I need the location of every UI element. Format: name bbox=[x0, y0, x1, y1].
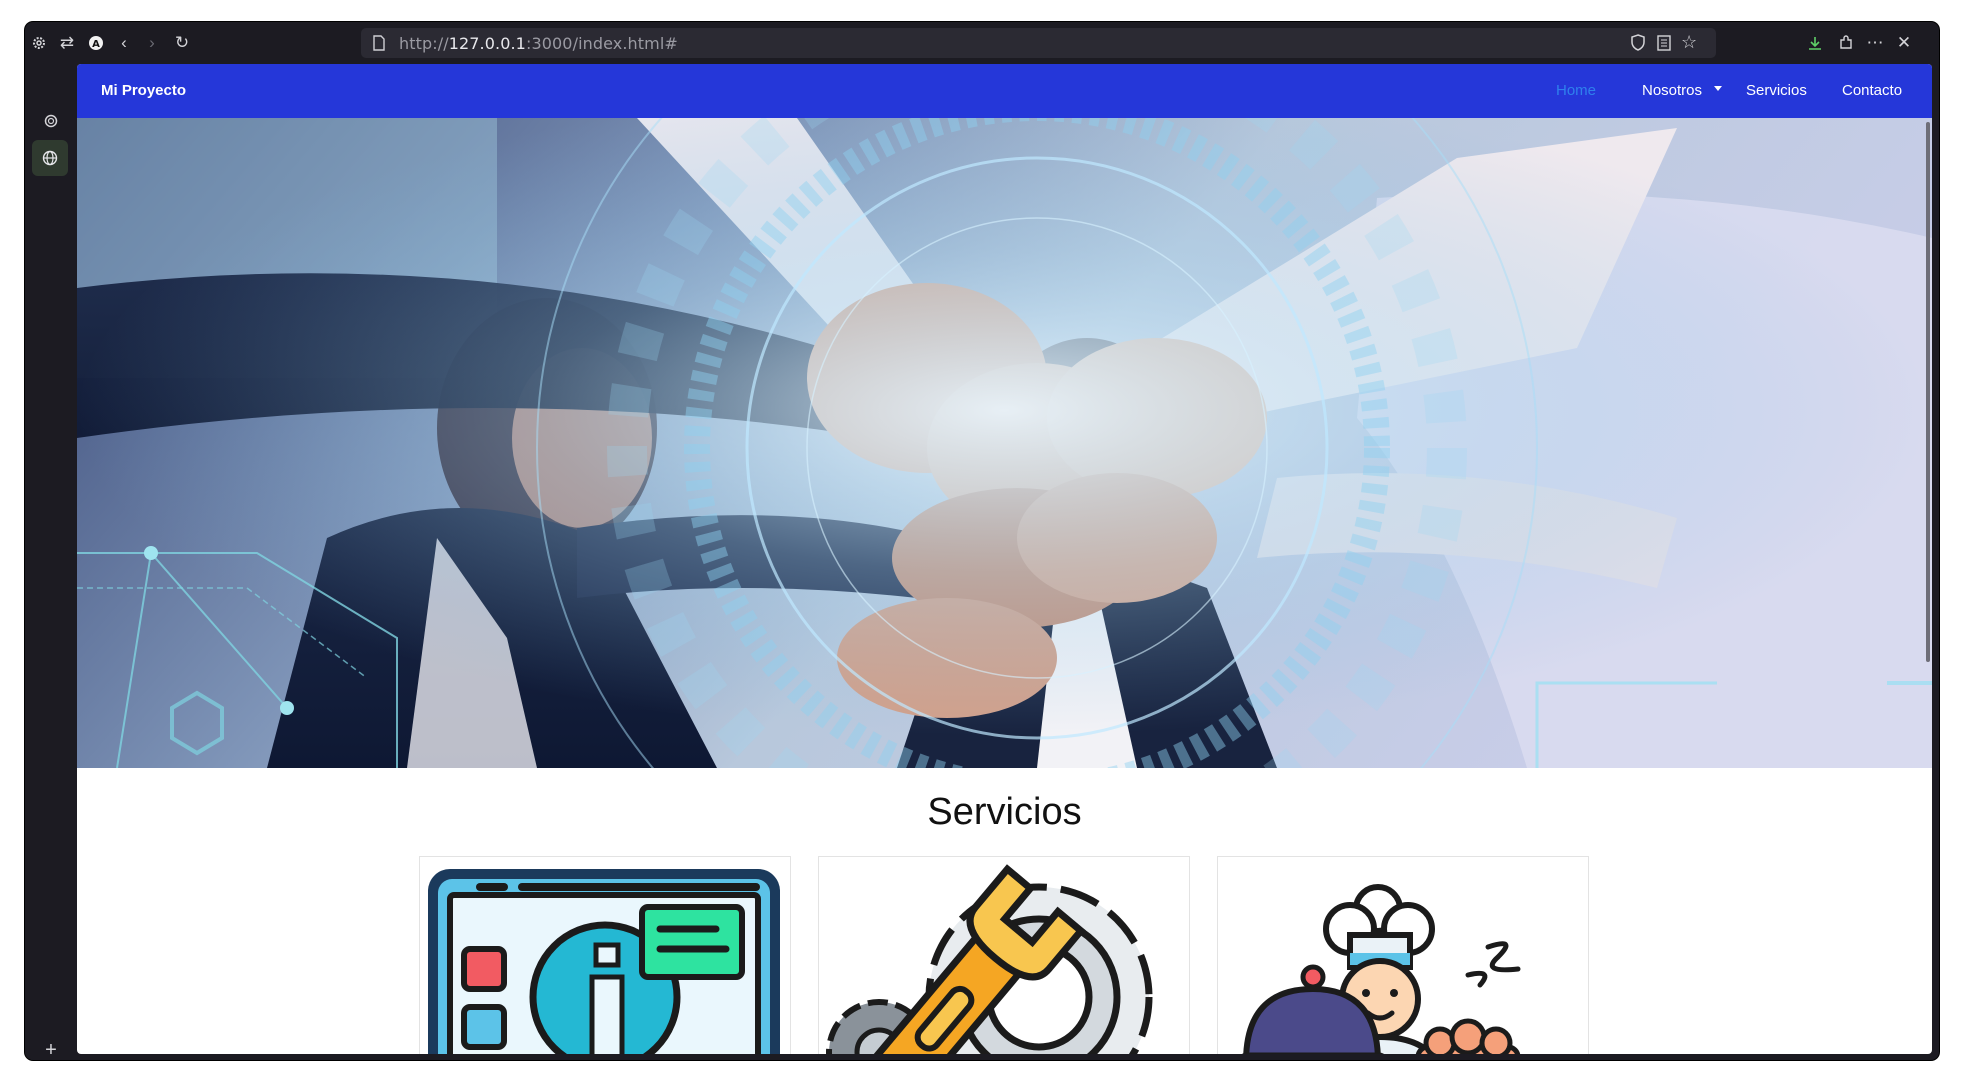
nav-contacto[interactable]: Contacto bbox=[1842, 82, 1902, 99]
wrench-gear-icon bbox=[819, 857, 1189, 1054]
web-icon[interactable] bbox=[32, 140, 68, 176]
settings-icon[interactable] bbox=[27, 31, 51, 55]
forward-icon[interactable]: › bbox=[140, 31, 164, 55]
reload-icon[interactable]: ↻ bbox=[170, 31, 194, 55]
section-title: Servicios bbox=[927, 791, 1082, 833]
bookmark-star-icon[interactable]: ☆ bbox=[1681, 32, 1697, 53]
account-icon[interactable]: A bbox=[84, 31, 108, 55]
caret-down-icon bbox=[1714, 86, 1723, 91]
close-icon[interactable]: ✕ bbox=[1892, 31, 1916, 55]
chef-icon bbox=[1218, 857, 1588, 1054]
page-icon bbox=[373, 35, 385, 56]
ai-chat-icon[interactable] bbox=[39, 109, 63, 133]
url-text[interactable]: http://127.0.0.1:3000/index.html# bbox=[399, 34, 678, 53]
extensions-icon[interactable] bbox=[1834, 31, 1858, 55]
page-viewport: Mi Proyecto Home Nosotros Servicios Cont… bbox=[77, 64, 1932, 1054]
reader-icon[interactable] bbox=[1657, 35, 1671, 56]
browser-window: ⇄ A ‹ › ↻ http://127.0.0.1:3000/index.ht… bbox=[25, 22, 1939, 1060]
svg-text:A: A bbox=[92, 39, 100, 50]
service-card[interactable] bbox=[1217, 856, 1589, 1054]
nav-nosotros[interactable]: Nosotros bbox=[1642, 82, 1723, 99]
nav-nosotros-label: Nosotros bbox=[1642, 82, 1703, 99]
add-icon[interactable]: + bbox=[39, 1038, 63, 1060]
shield-icon[interactable] bbox=[1631, 34, 1645, 56]
sync-icon[interactable]: ⇄ bbox=[55, 31, 79, 55]
service-card[interactable] bbox=[419, 856, 791, 1054]
menu-icon[interactable]: ⋯ bbox=[1863, 31, 1887, 55]
hero-image bbox=[77, 118, 1932, 768]
brand-link[interactable]: Mi Proyecto bbox=[101, 82, 186, 99]
page-scrollbar[interactable] bbox=[1926, 122, 1930, 662]
nav-servicios[interactable]: Servicios bbox=[1746, 82, 1807, 99]
nav-home[interactable]: Home bbox=[1556, 82, 1596, 99]
url-bar[interactable]: http://127.0.0.1:3000/index.html# ☆ bbox=[361, 28, 1716, 58]
service-card[interactable] bbox=[818, 856, 1190, 1054]
site-navbar: Mi Proyecto Home Nosotros Servicios Cont… bbox=[77, 64, 1932, 118]
information-screen-icon bbox=[420, 857, 790, 1054]
browser-toolbar: ⇄ A ‹ › ↻ http://127.0.0.1:3000/index.ht… bbox=[25, 22, 1939, 64]
back-icon[interactable]: ‹ bbox=[112, 31, 136, 55]
browser-sidebar: + bbox=[25, 64, 77, 1060]
download-icon[interactable] bbox=[1803, 31, 1827, 55]
